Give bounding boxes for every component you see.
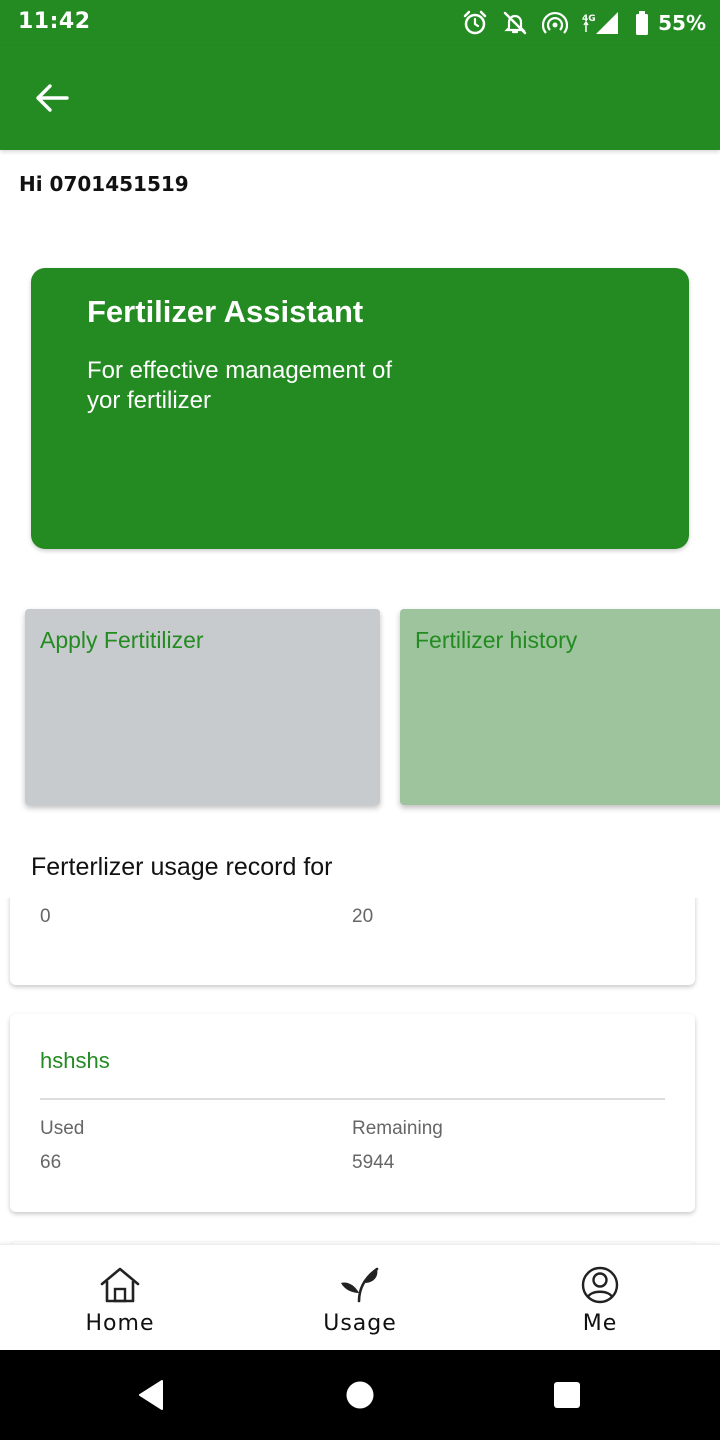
usage-section-title: Ferterlizer usage record for <box>31 853 333 881</box>
system-home-button[interactable] <box>330 1372 390 1418</box>
remaining-value: 20 <box>352 906 374 927</box>
usage-record-card[interactable]: hshshs Used Remaining 66 5944 <box>10 1014 695 1212</box>
remaining-value: 5944 <box>352 1152 395 1173</box>
usage-record-card[interactable]: Used Remaining 0 20 <box>10 898 695 985</box>
plant-icon <box>341 1267 379 1303</box>
back-button[interactable] <box>24 74 80 122</box>
alarm-icon <box>462 10 488 36</box>
nav-label-usage: Usage <box>323 1311 397 1336</box>
signal-4g-icon: 4G <box>582 10 620 36</box>
system-navigation-bar <box>0 1350 720 1440</box>
status-icons: 4G 55% <box>462 8 706 38</box>
battery-icon <box>634 10 650 36</box>
record-name: hshshs <box>40 1048 110 1073</box>
usage-record-list[interactable]: Used Remaining 0 20 hshshs Used Remainin… <box>0 898 720 1244</box>
triangle-back-icon <box>139 1380 163 1410</box>
home-icon <box>100 1267 140 1303</box>
notifications-off-icon <box>502 10 528 36</box>
app-bar <box>0 46 720 150</box>
svg-text:4G: 4G <box>582 14 596 24</box>
nav-label-me: Me <box>582 1311 618 1336</box>
hero-subtitle: For effective management of yor fertiliz… <box>87 357 393 414</box>
bottom-navigation: Home Usage Me <box>0 1244 720 1350</box>
apply-fertilizer-tile[interactable]: Apply Fertitilizer <box>25 609 380 805</box>
nav-label-home: Home <box>85 1311 155 1336</box>
circle-home-icon <box>346 1381 374 1409</box>
hero-title: Fertilizer Assistant <box>87 294 364 329</box>
hero-banner: Fertilizer Assistant For effective manag… <box>31 268 689 549</box>
nav-item-home[interactable]: Home <box>0 1245 240 1351</box>
remaining-label: Remaining <box>352 1118 443 1139</box>
greeting-text: Hi 0701451519 <box>19 172 189 196</box>
status-time: 11:42 <box>18 9 91 34</box>
system-recents-button[interactable] <box>537 1372 597 1418</box>
used-value: 0 <box>40 906 51 927</box>
nav-item-me[interactable]: Me <box>480 1245 720 1351</box>
arrow-left-icon <box>36 84 69 112</box>
record-divider <box>40 1098 665 1100</box>
used-value: 66 <box>40 1152 62 1173</box>
fertilizer-history-tile[interactable]: Fertilizer history <box>400 609 720 805</box>
apply-fertilizer-label: Apply Fertitilizer <box>40 627 204 653</box>
nav-item-usage[interactable]: Usage <box>240 1245 480 1351</box>
square-recents-icon <box>554 1382 580 1408</box>
battery-percentage: 55% <box>658 11 706 35</box>
system-back-button[interactable] <box>121 1372 181 1418</box>
hotspot-icon <box>542 10 569 36</box>
used-label: Used <box>40 1118 85 1139</box>
fertilizer-history-label: Fertilizer history <box>415 627 578 653</box>
profile-icon <box>581 1266 619 1304</box>
status-bar: 11:42 4G 55% <box>0 0 720 46</box>
